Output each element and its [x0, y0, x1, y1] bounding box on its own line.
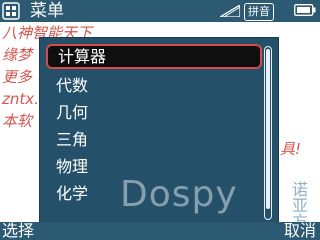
menu-scrollbar[interactable]	[264, 46, 272, 220]
signal-icon	[220, 5, 240, 17]
page-title: 菜单	[30, 1, 64, 21]
menu-item-geometry[interactable]: 几何	[46, 100, 262, 125]
battery-icon	[294, 4, 316, 16]
watermark-logo: Dospy	[120, 174, 238, 215]
menu-item-calculator[interactable]: 计算器	[46, 44, 262, 69]
menu-item-trigonometry[interactable]: 三角	[46, 127, 262, 152]
menu-item-algebra[interactable]: 代数	[46, 73, 262, 98]
bg-line-suffix: 具!	[280, 140, 302, 158]
status-bar: 菜单 拼音	[0, 0, 320, 22]
watermark-side-top: 诺亚	[292, 180, 309, 215]
menu-icon[interactable]	[2, 2, 20, 20]
input-method-indicator: 拼音	[244, 3, 274, 21]
softkey-bar: 选择 取消	[0, 222, 320, 240]
select-softkey[interactable]: 选择	[2, 222, 34, 240]
scrollbar-thumb[interactable]	[266, 49, 270, 209]
cancel-softkey[interactable]: 取消	[284, 222, 316, 240]
